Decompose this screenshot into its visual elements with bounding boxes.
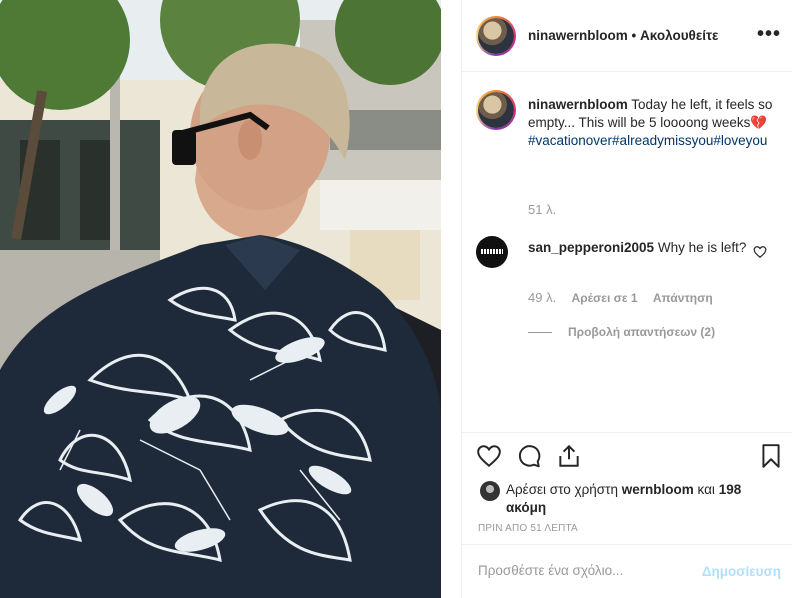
add-comment-box: Δημοσίευση [462, 544, 792, 598]
post-actions: Αρέσει στο χρήστη wernbloom και 198 ακόμ… [462, 432, 792, 544]
follow-status[interactable]: Ακολουθείτε [640, 28, 718, 43]
avatar[interactable] [476, 16, 516, 56]
caption-timestamp[interactable]: 51 λ. [528, 202, 556, 217]
caption-avatar[interactable] [476, 90, 516, 130]
comment-username[interactable]: san_pepperoni2005 [528, 240, 654, 255]
comment-avatar[interactable] [476, 236, 508, 268]
comment-reply-button[interactable]: Απάντηση [653, 291, 713, 305]
post-image [0, 0, 441, 598]
caption-hashtags[interactable]: #vacationover#alreadymissyou#loveyou [528, 133, 767, 148]
comment-meta: 49 λ. Αρέσει σε 1 Απάντηση [528, 290, 725, 305]
share-icon[interactable] [556, 443, 586, 473]
publish-button[interactable]: Δημοσίευση [702, 564, 781, 579]
caption-text: ninawernbloom Today he left, it feels so… [528, 96, 778, 150]
header-username-row: ninawernbloom • Ακολουθείτε [528, 28, 718, 43]
liked-by-prefix: Αρέσει στο χρήστη [506, 482, 618, 497]
heart-icon[interactable] [476, 443, 506, 473]
post-header: ninawernbloom • Ακολουθείτε ••• [462, 0, 792, 72]
post-timestamp[interactable]: ΠΡΙΝ ΑΠΟ 51 ΛΕΠΤΑ [478, 523, 578, 534]
replies-divider [528, 332, 552, 334]
post-photo[interactable] [0, 0, 441, 598]
header-separator: • [631, 28, 637, 43]
liked-by-text: Αρέσει στο χρήστη wernbloom και 198 ακόμ… [506, 481, 746, 517]
comment-input[interactable] [478, 563, 678, 578]
liked-by-middle: και [697, 482, 715, 497]
liked-by-user[interactable]: wernbloom [622, 482, 694, 497]
comment-likes[interactable]: Αρέσει σε 1 [572, 291, 638, 305]
comment-icon[interactable] [516, 443, 546, 473]
comment-timestamp[interactable]: 49 λ. [528, 290, 556, 305]
comment-like-heart-icon[interactable] [753, 245, 767, 259]
caption-username[interactable]: ninawernbloom [528, 97, 628, 112]
view-replies-button[interactable]: Προβολή απαντήσεων (2) [528, 325, 715, 339]
liked-by-avatar[interactable] [480, 481, 500, 501]
view-replies-label: Προβολή απαντήσεων (2) [568, 325, 716, 339]
header-username[interactable]: ninawernbloom [528, 28, 628, 43]
more-options-icon[interactable]: ••• [757, 22, 781, 46]
bookmark-icon[interactable] [758, 443, 788, 473]
comment-text: san_pepperoni2005 Why he is left? [528, 239, 756, 257]
comment-body: Why he is left? [657, 240, 747, 255]
post-panel: ninawernbloom • Ακολουθείτε ••• ninawern… [461, 0, 792, 598]
